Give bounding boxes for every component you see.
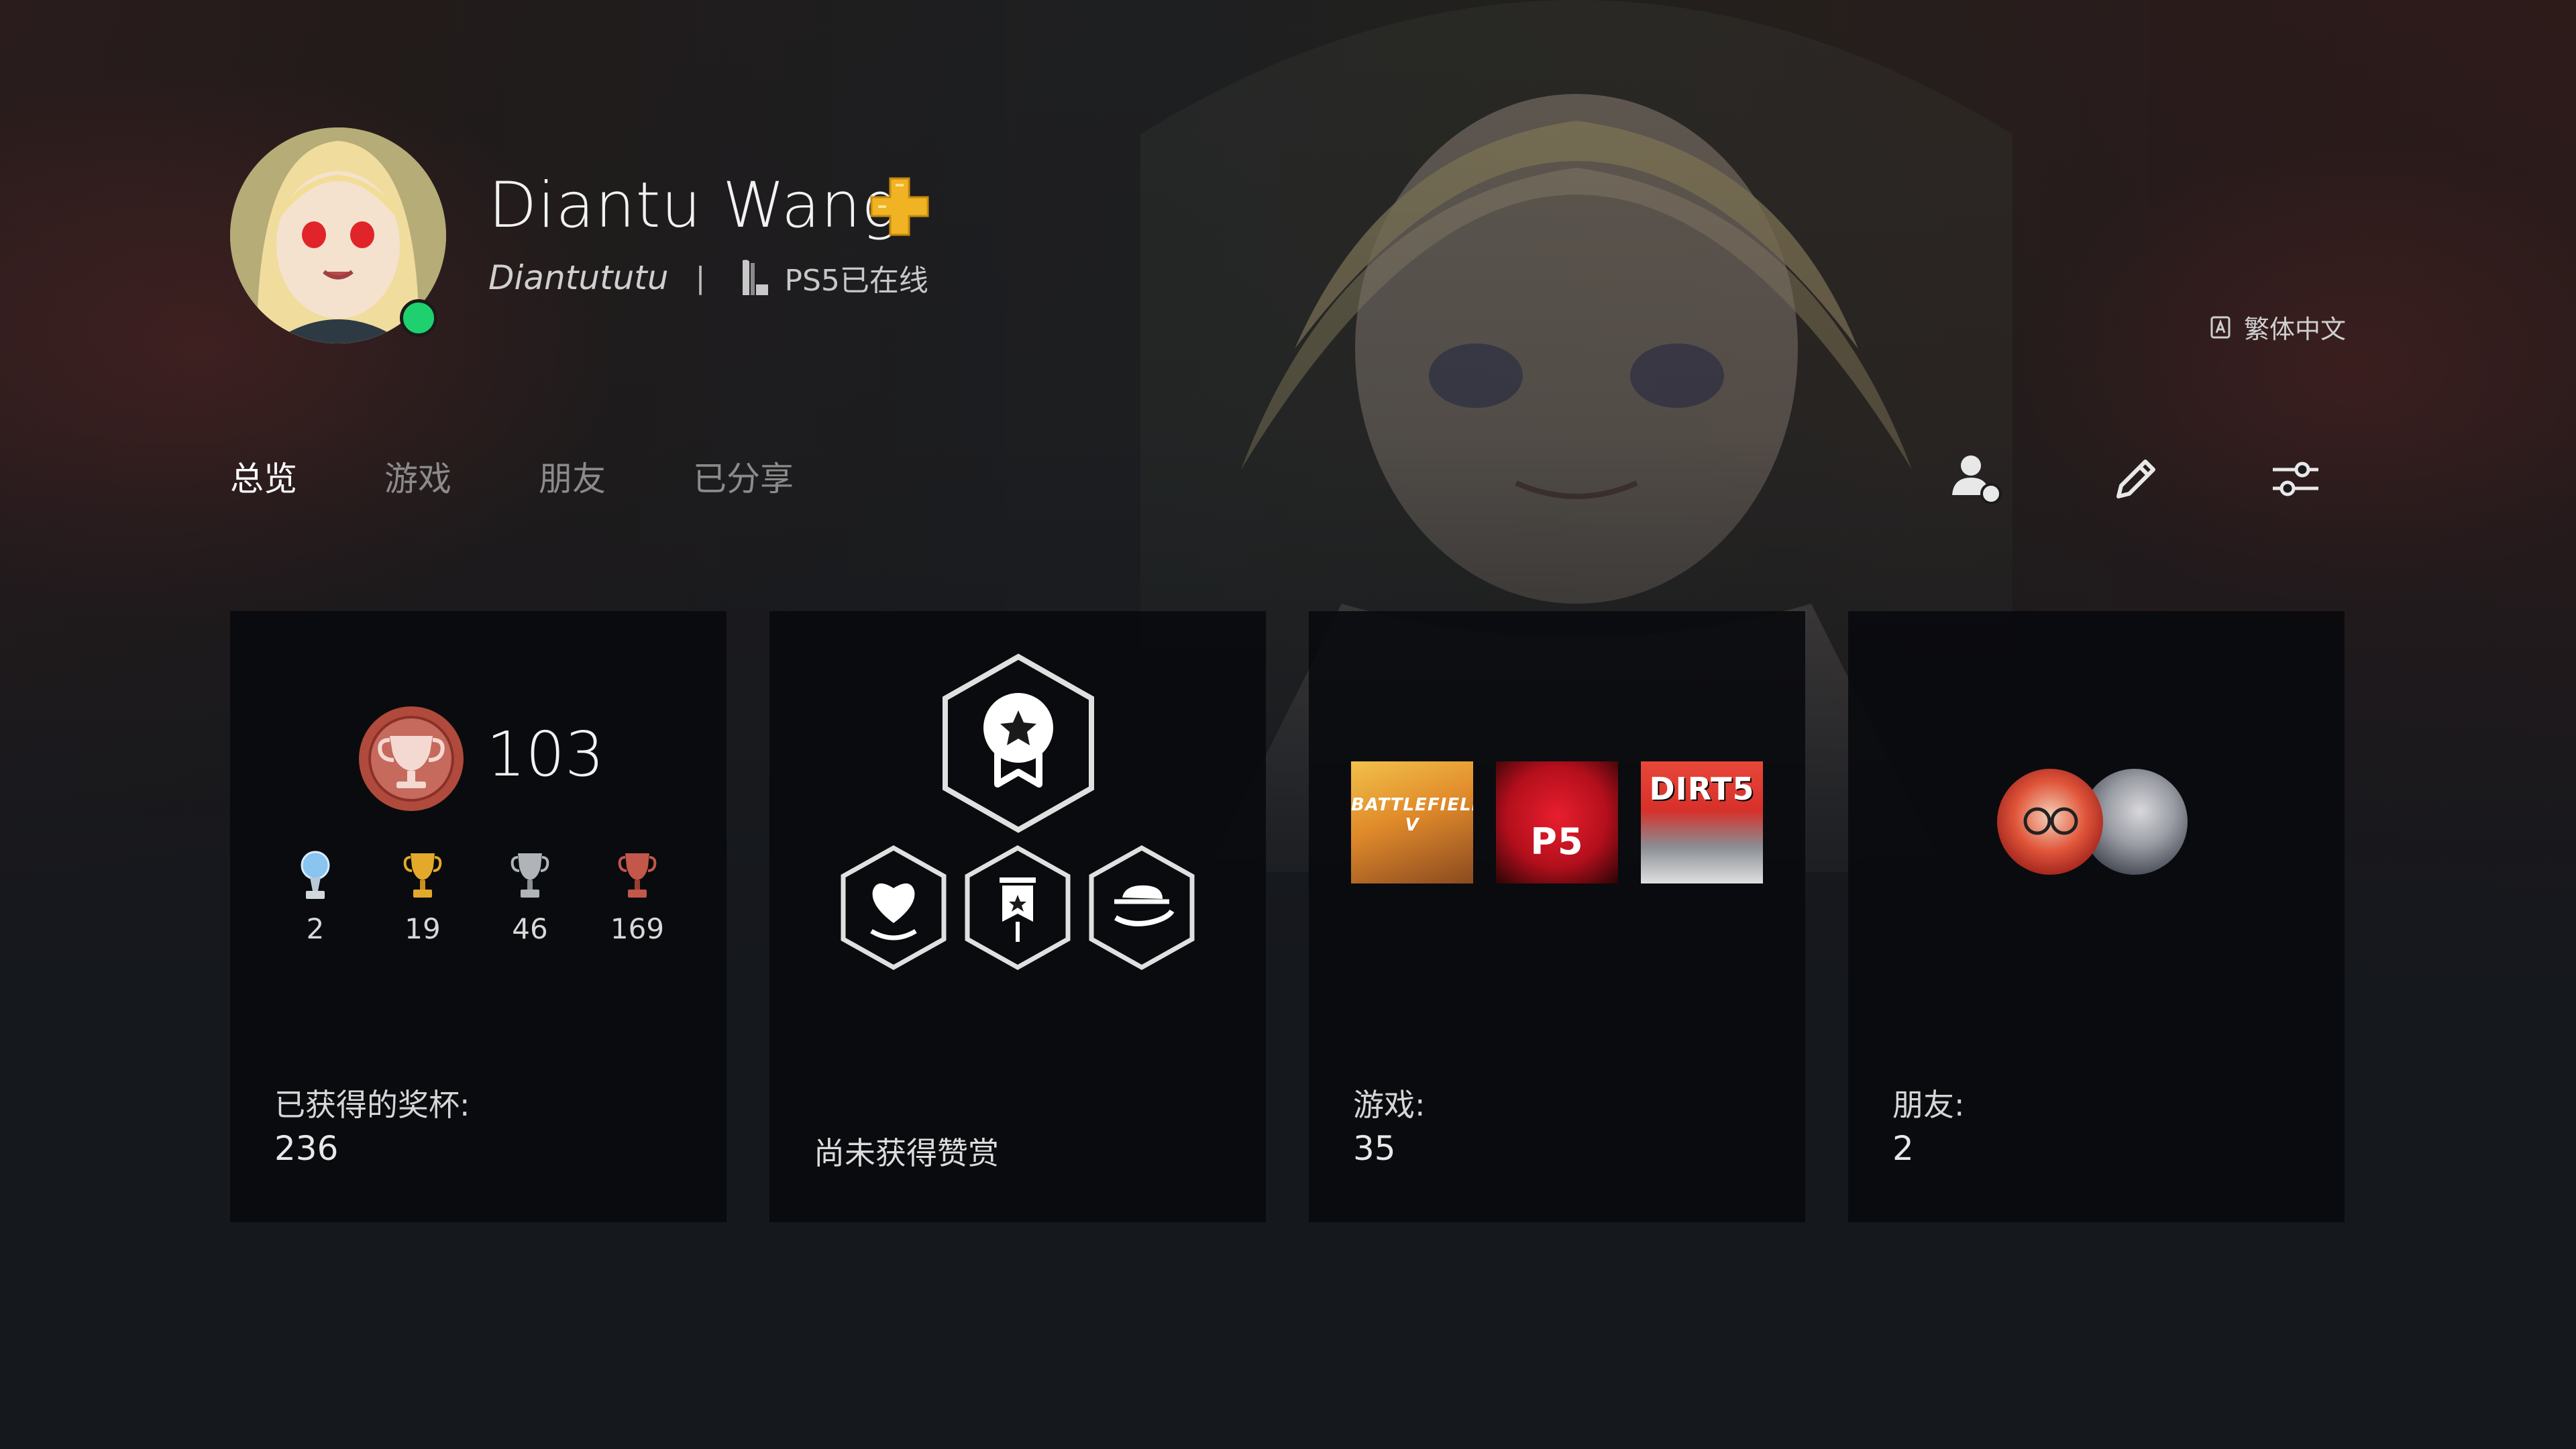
friend-avatar-1[interactable] <box>1997 769 2103 875</box>
game-title-battlefield: BATTLEFIELD V <box>1351 795 1473 835</box>
silver-count: 46 <box>512 912 548 945</box>
friend-request-icon <box>1952 455 2002 504</box>
subline-separator: | <box>695 260 706 295</box>
edit-profile-button[interactable] <box>2102 445 2169 513</box>
tab-friends[interactable]: 朋友 <box>539 452 606 500</box>
platinum-count: 2 <box>306 912 325 945</box>
trophy-level: 103 <box>486 718 604 790</box>
tab-games[interactable]: 游戏 <box>384 452 451 500</box>
online-id: Diantututu <box>488 258 669 297</box>
language-indicator[interactable]: 繁体中文 <box>2210 309 2346 345</box>
games-card[interactable]: BATTLEFIELD V P5 DIRT5 游戏: 35 <box>1309 611 1805 1222</box>
friends-count: 2 <box>1892 1129 1914 1168</box>
settings-sliders-icon <box>2273 462 2318 496</box>
platinum-trophy: 2 <box>278 849 352 945</box>
heart-hand-badge-icon <box>841 845 947 971</box>
game-tile-dirt5[interactable]: DIRT5 <box>1641 761 1763 883</box>
badges-empty-label: 尚未获得赞赏 <box>814 1135 999 1171</box>
gold-count: 19 <box>405 912 441 945</box>
platinum-trophy-icon <box>301 851 330 899</box>
hat-hand-badge-icon <box>1089 845 1195 971</box>
star-ribbon-badge-icon <box>943 653 1094 833</box>
banner-badge-icon <box>965 845 1071 971</box>
games-count: 35 <box>1353 1129 1396 1168</box>
game-tile-battlefield[interactable]: BATTLEFIELD V <box>1351 761 1473 883</box>
tab-shared[interactable]: 已分享 <box>693 452 794 500</box>
profile-subline: Diantututu | PS5已在线 <box>488 256 928 299</box>
tab-overview[interactable]: 总览 <box>230 452 297 500</box>
gold-trophy-icon <box>403 853 442 898</box>
bronze-count: 169 <box>610 912 665 945</box>
silver-trophy-icon <box>511 853 549 898</box>
friends-label: 朋友: <box>1892 1087 1965 1123</box>
online-status-dot <box>400 299 437 337</box>
bronze-trophy: 169 <box>600 849 674 945</box>
language-label: 繁体中文 <box>2243 315 2346 344</box>
playstation-plus-icon <box>870 177 929 236</box>
profile-name: Diantu Wang <box>488 169 900 242</box>
trophy-level-icon <box>359 706 464 811</box>
translate-icon <box>2210 316 2231 338</box>
badges-card[interactable]: 尚未获得赞赏 <box>769 611 1266 1222</box>
games-label: 游戏: <box>1353 1087 1426 1123</box>
silver-trophy: 46 <box>493 849 567 945</box>
friends-card[interactable]: 朋友: 2 <box>1848 611 2345 1222</box>
online-status-text: PS5已在线 <box>784 264 928 298</box>
profile-settings-button[interactable] <box>2262 445 2329 513</box>
ps5-console-icon <box>743 260 769 295</box>
trophies-total: 236 <box>274 1129 339 1168</box>
edit-icon <box>2116 460 2155 498</box>
trophies-card[interactable]: 103 2 19 46 169 已获得的奖杯: 236 <box>230 611 727 1222</box>
trophies-label: 已获得的奖杯: <box>274 1087 470 1123</box>
game-title-p5: P5 <box>1530 820 1584 863</box>
friend-avatar-1-image <box>2023 807 2078 835</box>
game-tile-p5[interactable]: P5 <box>1496 761 1618 883</box>
gold-trophy: 19 <box>386 849 460 945</box>
bronze-trophy-icon <box>618 853 657 898</box>
profile-tabs: 总览 游戏 朋友 已分享 <box>230 452 794 500</box>
game-title-dirt5: DIRT5 <box>1649 771 1755 807</box>
friend-request-button[interactable] <box>1943 445 2010 513</box>
